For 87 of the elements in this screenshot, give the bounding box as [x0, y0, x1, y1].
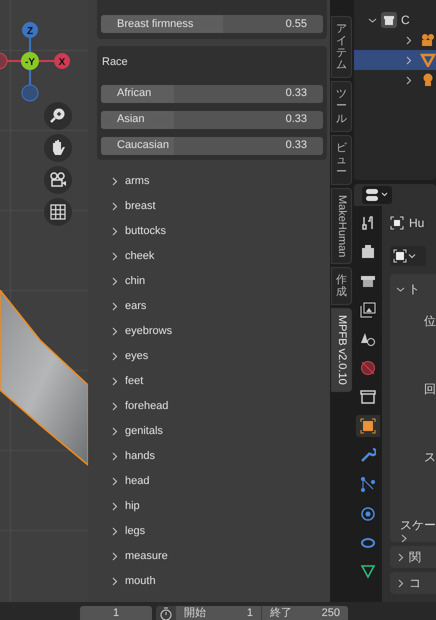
- sidebar-tab[interactable]: MPFB v2.0.10: [331, 308, 352, 392]
- property-label: ス: [424, 449, 436, 466]
- hand-icon[interactable]: [44, 134, 72, 162]
- chevron-right-icon[interactable]: [112, 452, 118, 460]
- chevron-right-icon[interactable]: [112, 326, 118, 336]
- sidebar-tab[interactable]: 作成: [331, 267, 352, 306]
- panel-title[interactable]: ト: [408, 280, 420, 298]
- group-header[interactable]: head: [125, 472, 150, 490]
- chevron-right-icon[interactable]: [112, 302, 118, 310]
- chevron-right-icon[interactable]: [406, 36, 412, 44]
- slider-value: 0.33: [286, 138, 307, 154]
- group-header[interactable]: hands: [125, 448, 155, 464]
- chevron-right-icon[interactable]: [400, 534, 408, 543]
- chevron-right-icon[interactable]: [112, 202, 118, 210]
- mesh-icon: [420, 53, 436, 67]
- chevron-right-icon[interactable]: [112, 176, 118, 186]
- sidebar-tab[interactable]: ビュー: [331, 134, 352, 185]
- group-header[interactable]: eyes: [125, 348, 148, 364]
- camera-icon[interactable]: [44, 166, 72, 194]
- number-slider[interactable]: Caucasian 0.33: [101, 136, 323, 154]
- group-header[interactable]: eyebrows: [125, 322, 172, 340]
- box-icon: [381, 12, 397, 28]
- object-name[interactable]: Hu: [409, 214, 424, 232]
- number-slider[interactable]: Breast firmness 0.55: [101, 15, 323, 33]
- group-header[interactable]: genitals: [125, 422, 163, 440]
- slider-label: Asian: [117, 112, 145, 128]
- collection-name[interactable]: C: [401, 11, 410, 29]
- object-icon: [390, 216, 404, 230]
- frame-field[interactable]: 1: [80, 606, 152, 620]
- chevron-right-icon[interactable]: [406, 56, 412, 64]
- group-header[interactable]: feet: [125, 372, 144, 390]
- chevron-right-icon[interactable]: [112, 426, 118, 436]
- chevron-right-icon[interactable]: [112, 352, 118, 360]
- chevron-right-icon[interactable]: [112, 402, 118, 410]
- panel-title: Race: [101, 55, 129, 70]
- chevron-right-icon[interactable]: [406, 76, 412, 84]
- group-header[interactable]: chin: [125, 272, 146, 290]
- object-icon[interactable]: [356, 415, 380, 437]
- start-frame-field[interactable]: 開始 1: [176, 606, 261, 620]
- chevron-right-icon[interactable]: [112, 226, 118, 236]
- chevron-right-icon[interactable]: [112, 476, 118, 486]
- slider-value: 0.55: [286, 16, 307, 32]
- mode-dropdown[interactable]: [390, 246, 426, 266]
- number-slider[interactable]: African 0.33: [101, 84, 323, 102]
- slider-label: African: [117, 86, 152, 102]
- chevron-down-icon[interactable]: [396, 284, 405, 294]
- sidebar-tab[interactable]: アイテム: [331, 16, 352, 78]
- property-label: 位: [424, 313, 436, 330]
- chevron-right-icon[interactable]: [112, 576, 118, 586]
- zoom-icon[interactable]: [44, 102, 72, 130]
- group-header[interactable]: arms: [125, 172, 150, 190]
- group-header[interactable]: buttocks: [125, 222, 166, 240]
- group-header[interactable]: legs: [125, 522, 146, 540]
- group-header[interactable]: forehead: [125, 398, 168, 414]
- chevron-right-icon[interactable]: [398, 578, 404, 588]
- grid-icon[interactable]: [44, 198, 72, 226]
- chevron-right-icon[interactable]: [398, 552, 404, 562]
- outliner-row[interactable]: [354, 50, 436, 70]
- sidebar-tab[interactable]: MakeHuman: [331, 188, 352, 264]
- chevron-right-icon[interactable]: [112, 276, 118, 286]
- number-slider[interactable]: Asian 0.33: [101, 110, 323, 128]
- slider-value: 0.33: [286, 112, 307, 128]
- property-label: 回: [424, 381, 436, 398]
- group-header[interactable]: ears: [125, 298, 146, 314]
- chevron-down-icon[interactable]: [368, 16, 377, 24]
- chevron-right-icon[interactable]: [112, 552, 118, 560]
- chevron-right-icon[interactable]: [112, 376, 118, 386]
- property-label: スケー: [400, 517, 436, 534]
- group-header[interactable]: breast: [125, 198, 156, 214]
- group-header[interactable]: hip: [125, 498, 140, 514]
- group-header[interactable]: cheek: [125, 248, 154, 264]
- slider-label: Caucasian: [117, 138, 169, 154]
- slider-label: Breast firmness: [117, 16, 194, 32]
- end-frame-field[interactable]: 終了 250: [262, 606, 348, 620]
- editor-type-icon[interactable]: [362, 186, 392, 204]
- camera-icon: [420, 33, 436, 47]
- group-header[interactable]: measure: [125, 548, 168, 564]
- caret-icon: [408, 252, 416, 260]
- stopwatch-icon[interactable]: [159, 607, 173, 620]
- chevron-right-icon[interactable]: [112, 252, 118, 260]
- chevron-right-icon[interactable]: [112, 502, 118, 510]
- object-icon: [393, 249, 407, 263]
- sidebar-tab[interactable]: ツール: [331, 81, 352, 132]
- group-header[interactable]: mouth: [125, 572, 156, 590]
- slider-value: 0.33: [286, 86, 307, 102]
- chevron-right-icon[interactable]: [112, 526, 118, 536]
- axis-gizmo[interactable]: Z -Y X: [0, 19, 80, 103]
